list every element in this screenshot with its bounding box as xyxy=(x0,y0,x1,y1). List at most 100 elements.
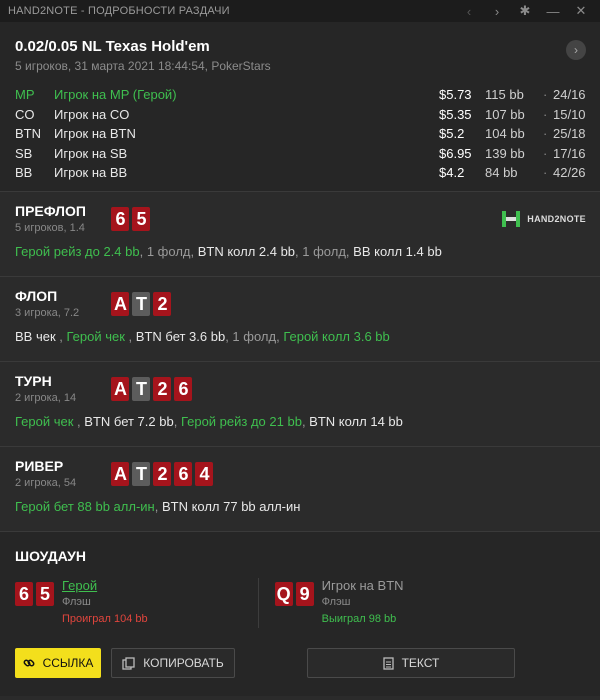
playing-card: 2 xyxy=(153,377,172,401)
action-text: BTN бет 3.6 bb xyxy=(135,329,226,344)
player-name: Игрок на BTN xyxy=(54,126,136,142)
hand-header: 0.02/0.05 NL Texas Hold'em 5 игроков, 31… xyxy=(0,22,600,192)
player-row[interactable]: BB Игрок на BB $4.2 84 bb · 42/26 xyxy=(15,163,586,183)
player-stats: 24/16 xyxy=(553,87,586,103)
player-stack-bb: 84 bb xyxy=(485,165,518,181)
prev-hand-icon[interactable]: ‹ xyxy=(458,0,480,22)
player-row[interactable]: CO Игрок на CO $5.35 107 bb · 15/10 xyxy=(15,105,586,125)
action-text: , xyxy=(55,329,67,344)
hero-result: Проиграл 104 bb xyxy=(62,613,148,625)
board-cards: AT26 xyxy=(111,377,193,401)
playing-card: 2 xyxy=(153,462,172,486)
settings-gear-icon[interactable]: ✱ xyxy=(514,0,536,22)
hero-hole-cards: 65 xyxy=(111,207,151,231)
player-stack-bb: 139 bb xyxy=(485,145,525,161)
player-row[interactable]: BTN Игрок на BTN $5.2 104 bb · 25/18 xyxy=(15,124,586,144)
playing-card: Q xyxy=(274,582,293,606)
playing-card: 6 xyxy=(174,462,193,486)
player-name: Игрок на CO xyxy=(54,106,130,122)
playing-card: 9 xyxy=(295,582,314,606)
street-subtitle: 5 игроков, 1.4 xyxy=(15,222,85,234)
player-name: Игрок на BB xyxy=(54,165,128,181)
player-stack: $5.2 xyxy=(439,126,465,142)
playing-card: 6 xyxy=(174,377,193,401)
player-stack-bb: 107 bb xyxy=(485,106,525,122)
playing-card: 2 xyxy=(153,292,172,316)
text-label: ТЕКСТ xyxy=(401,656,440,670)
villain-showdown: Q9 Игрок на BTN Флэш Выиграл 98 bb xyxy=(274,578,404,628)
players-list: MP Игрок на MP (Герой) $5.73 115 bb · 24/16 CO… xyxy=(15,85,586,183)
action-text[interactable]: Герой чек xyxy=(15,414,73,429)
player-stack: $6.95 xyxy=(439,145,472,161)
river-section: РИВЕР 2 игрока, 54 AT264 Герой бет 88 bb… xyxy=(0,447,600,532)
preflop-section: ПРЕФЛОП 5 игроков, 1.4 65 HAND2NOTE Геро… xyxy=(0,192,600,277)
action-text: BB колл 1.4 bb xyxy=(353,244,442,259)
player-row[interactable]: MP Игрок на MP (Герой) $5.73 115 bb · 24/16 xyxy=(15,85,586,105)
street-name: РИВЕР xyxy=(15,458,64,474)
villain-result: Выиграл 98 bb xyxy=(321,613,397,625)
action-text[interactable]: Герой рейз до 2.4 bb xyxy=(15,244,140,259)
action-text: BTN колл 2.4 bb xyxy=(197,244,296,259)
action-text[interactable]: Герой бет 88 bb алл-ин xyxy=(15,499,155,514)
action-text[interactable]: Герой колл 3.6 bb xyxy=(283,329,389,344)
river-actions: Герой бет 88 bb алл-ин, BTN колл 77 bb а… xyxy=(15,499,585,514)
action-text: , xyxy=(73,414,85,429)
player-row[interactable]: SB Игрок на SB $6.95 139 bb · 17/16 xyxy=(15,144,586,164)
playing-card: A xyxy=(111,377,130,401)
action-text: BTN колл 77 bb алл-ин xyxy=(161,499,301,514)
action-text: , xyxy=(154,499,162,514)
villain-hand-rank: Флэш xyxy=(321,596,351,608)
street-name: ФЛОП xyxy=(15,288,58,304)
hero-hand-rank: Флэш xyxy=(62,596,91,608)
playing-card: 6 xyxy=(111,207,130,231)
action-text: BTN колл 14 bb xyxy=(309,414,403,429)
player-stack-bb: 115 bb xyxy=(485,87,524,103)
board-cards: AT264 xyxy=(111,462,214,486)
document-icon xyxy=(382,656,394,670)
street-subtitle: 3 игрока, 7.2 xyxy=(15,307,80,319)
showdown-section: ШОУДАУН 65 Герой Флэш Проиграл 104 bb Q9… xyxy=(0,532,600,696)
player-name: Игрок на MP (Герой) xyxy=(54,87,177,103)
next-arrow-button[interactable]: › xyxy=(566,40,586,60)
street-subtitle: 2 игрока, 14 xyxy=(15,392,77,404)
playing-card: A xyxy=(111,462,130,486)
link-button[interactable]: ССЫЛКА xyxy=(15,648,101,678)
player-stats: 17/16 xyxy=(553,145,586,161)
hero-name: Герой xyxy=(62,578,98,593)
separator-dot: · xyxy=(543,126,548,142)
player-stats: 25/18 xyxy=(553,126,586,142)
player-stats: 42/26 xyxy=(553,165,586,181)
player-position: SB xyxy=(15,145,33,161)
hand-title: 0.02/0.05 NL Texas Hold'em xyxy=(15,38,210,55)
playing-card: T xyxy=(132,462,151,486)
player-name: Игрок на SB xyxy=(54,145,128,161)
playing-card: 4 xyxy=(195,462,214,486)
action-text: , 1 фолд, xyxy=(225,329,284,344)
action-text[interactable]: Герой рейз до 21 bb xyxy=(181,414,302,429)
playing-card: 6 xyxy=(15,582,33,606)
hero-cards: 65 xyxy=(15,582,54,628)
link-label: ССЫЛКА xyxy=(42,656,94,670)
street-name: ТУРН xyxy=(15,373,52,389)
minimize-icon[interactable]: — xyxy=(542,0,564,22)
next-hand-icon[interactable]: › xyxy=(486,0,508,22)
player-position: BB xyxy=(15,165,33,181)
hand-subtitle: 5 игроков, 31 марта 2021 18:44:54, Poker… xyxy=(15,59,271,73)
divider xyxy=(257,578,259,628)
text-button[interactable]: ТЕКСТ xyxy=(307,648,515,678)
hand2note-logo-icon xyxy=(502,211,521,227)
action-text: BB чек xyxy=(15,329,56,344)
separator-dot: · xyxy=(543,106,548,122)
title-bar: HAND2NOTE - ПОДРОБНОСТИ РАЗДАЧИ ‹ › ✱ — … xyxy=(0,0,600,22)
action-text[interactable]: Герой чек xyxy=(67,329,125,344)
hero-showdown: 65 Герой Флэш Проиграл 104 bb xyxy=(15,578,148,628)
separator-dot: · xyxy=(543,165,548,181)
playing-card: T xyxy=(132,292,151,316)
copy-button[interactable]: КОПИРОВАТЬ xyxy=(111,648,235,678)
flop-actions: BB чек , Герой чек , BTN бет 3.6 bb, 1 ф… xyxy=(15,329,585,344)
hand2note-logo: HAND2NOTE xyxy=(501,210,586,228)
turn-actions: Герой чек , BTN бет 7.2 bb, Герой рейз д… xyxy=(15,414,585,429)
player-position: CO xyxy=(15,106,35,122)
action-text: , 1 фолд, xyxy=(139,244,198,259)
close-icon[interactable]: ✕ xyxy=(570,0,592,22)
